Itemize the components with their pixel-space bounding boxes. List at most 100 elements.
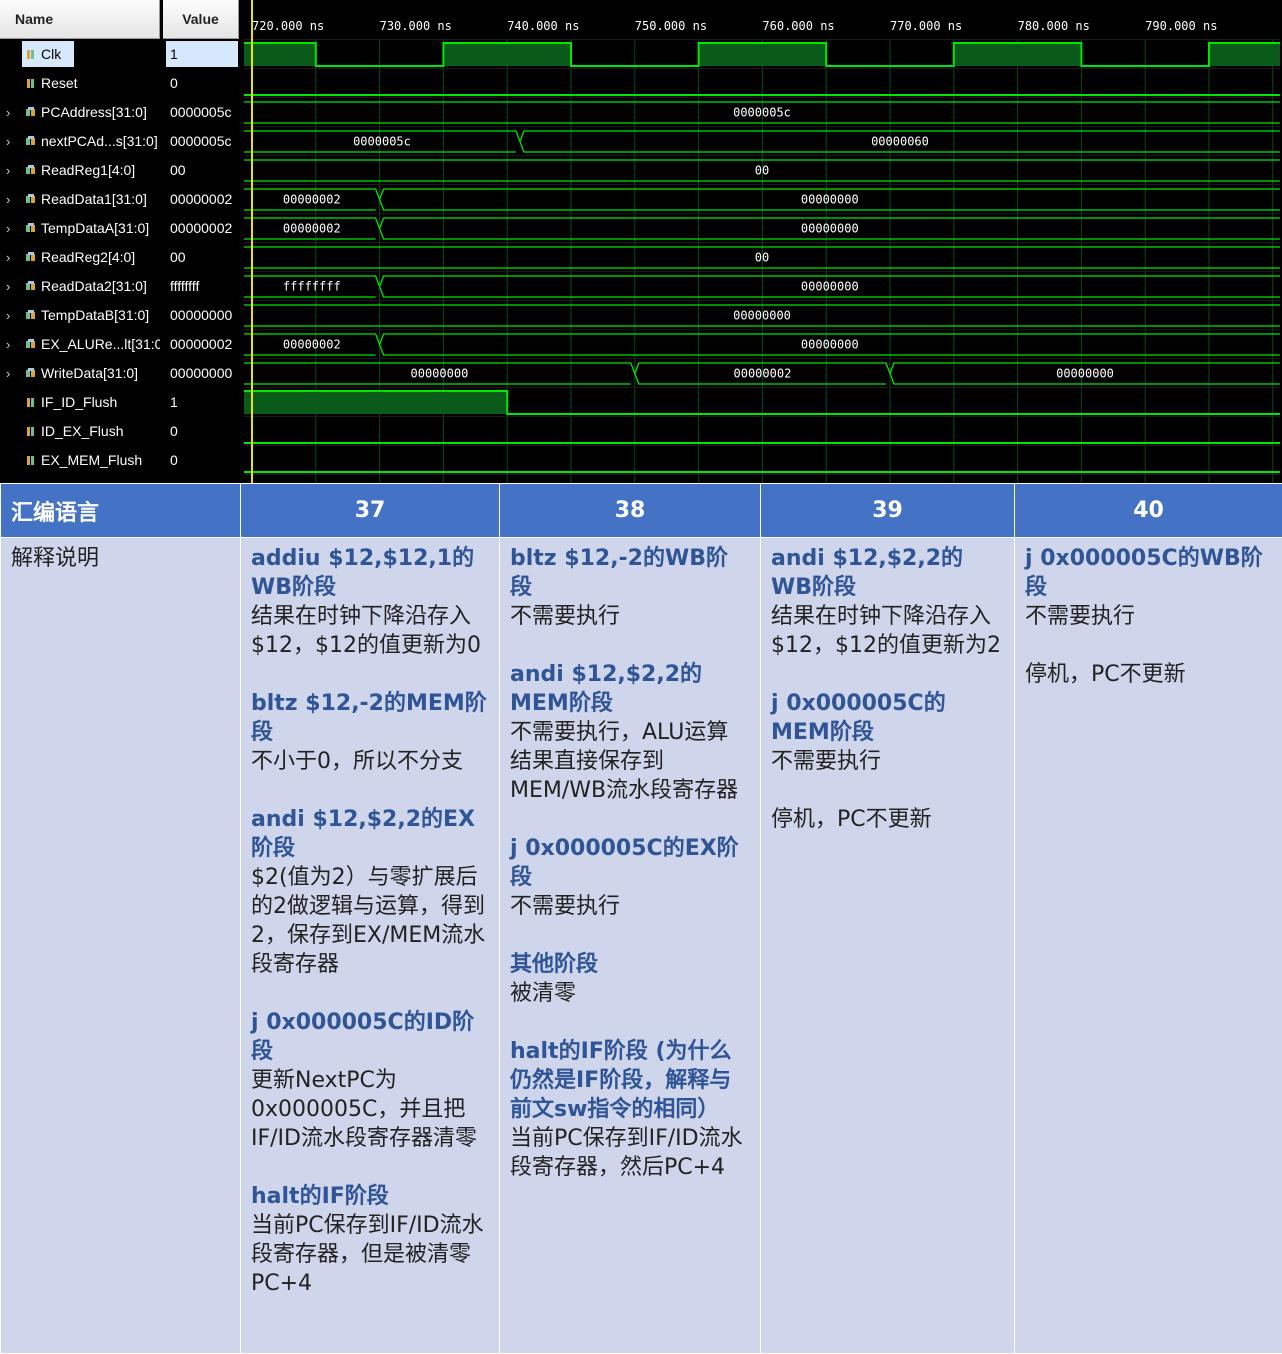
- stage-block: 停机，PC不更新: [771, 805, 1004, 834]
- signal-row[interactable]: Reset: [0, 69, 160, 98]
- expand-chevron-icon[interactable]: ›: [6, 359, 10, 388]
- cycle-39-cell: andi $12,$2,2的WB阶段 结果在时钟下降沿存入$12，$12的值更新…: [761, 538, 1015, 1354]
- stage-text: 结果在时钟下降沿存入$12，$12的值更新为2: [771, 602, 1004, 660]
- stage-block: addiu $12,$12,1的WB阶段 结果在时钟下降沿存入$12，$12的值…: [251, 544, 489, 660]
- cycle-38-cell: bltz $12,-2的WB阶段 不需要执行 andi $12,$2,2的MEM…: [500, 538, 761, 1354]
- signal-name: nextPCAd...s[31:0]: [41, 127, 158, 156]
- bus-value-label: 00000002: [734, 367, 792, 381]
- signal-value: 00: [170, 243, 238, 272]
- expand-chevron-icon[interactable]: ›: [6, 127, 10, 156]
- bus-signal-icon: [25, 222, 37, 234]
- signal-value: 00000000: [170, 359, 238, 388]
- expand-chevron-icon[interactable]: ›: [6, 185, 10, 214]
- explanation-row-label: 解释说明: [1, 538, 241, 1354]
- signal-value: ffffffff: [170, 272, 238, 301]
- bus-signal-icon: [25, 135, 37, 147]
- bus-value-label: 00000000: [801, 280, 859, 294]
- bus-signal-icon: [25, 106, 37, 118]
- expand-chevron-icon[interactable]: ›: [6, 156, 10, 185]
- stage-title: j 0x000005C的WB阶段: [1025, 544, 1272, 602]
- bus-value-label: 00000002: [283, 338, 341, 352]
- stage-block: j 0x000005C的MEM阶段 不需要执行: [771, 689, 1004, 776]
- bus-value-label: 00000000: [801, 338, 859, 352]
- signal-row[interactable]: ID_EX_Flush: [0, 417, 160, 446]
- signal-name: EX_ALURe...lt[31:0]: [41, 330, 160, 359]
- bus-value-label: 00: [755, 164, 769, 178]
- stage-block: andi $12,$2,2的MEM阶段 不需要执行，ALU运算结果直接保存到ME…: [510, 660, 750, 805]
- cycle-header: 37: [241, 484, 500, 538]
- cycle-37-cell: addiu $12,$12,1的WB阶段 结果在时钟下降沿存入$12，$12的值…: [241, 538, 500, 1354]
- clk-high-fill: [954, 43, 1082, 66]
- signal-value: 00000000: [170, 301, 238, 330]
- signal-value: 0: [170, 69, 238, 98]
- bus-signal-icon: [25, 309, 37, 321]
- bus-value-label: 00000000: [801, 222, 859, 236]
- expand-chevron-icon[interactable]: ›: [6, 301, 10, 330]
- signal-value: 1: [170, 388, 238, 417]
- stage-title: andi $12,$2,2的EX阶段: [251, 805, 489, 863]
- signal-row[interactable]: ›ReadData1[31:0]: [0, 185, 160, 214]
- stage-text: 结果在时钟下降沿存入$12，$12的值更新为0: [251, 602, 489, 660]
- expand-chevron-icon[interactable]: ›: [6, 98, 10, 127]
- stage-text: 当前PC保存到IF/ID流水段寄存器，但是被清零PC+4: [251, 1211, 489, 1298]
- signal-row[interactable]: › TempDataA[31:0]: [0, 214, 160, 243]
- stage-title: halt的IF阶段: [251, 1182, 489, 1211]
- cycle-40-cell: j 0x000005C的WB阶段 不需要执行 停机，PC不更新: [1015, 538, 1282, 1354]
- signal-value: 0: [170, 446, 238, 475]
- assembly-language-header: 汇编语言: [1, 484, 241, 538]
- signal-value: 0000005c: [170, 98, 238, 127]
- bus-signal-icon: [25, 193, 37, 205]
- expand-chevron-icon[interactable]: ›: [6, 272, 10, 301]
- bus-value-label: 00000002: [283, 193, 341, 207]
- bus-signal-icon: [25, 338, 37, 350]
- stage-text: $2(值为2）与零扩展后的2做逻辑与运算，得到2，保存到EX/MEM流水段寄存器: [251, 863, 489, 979]
- cycle-header: 38: [500, 484, 761, 538]
- name-column-header[interactable]: Name: [0, 0, 160, 39]
- expand-chevron-icon[interactable]: ›: [6, 214, 10, 243]
- explanation-row: 解释说明 addiu $12,$12,1的WB阶段 结果在时钟下降沿存入$12，…: [1, 538, 1282, 1354]
- signal-value: 00000002: [170, 185, 238, 214]
- stage-text: 不需要执行: [1025, 602, 1272, 631]
- expand-chevron-icon[interactable]: ›: [6, 243, 10, 272]
- waveform-canvas[interactable]: 0000005c0000005c000000600000000002000000…: [244, 0, 1282, 483]
- clk-high-fill: [244, 43, 316, 66]
- signal-row[interactable]: ›TempDataB[31:0]: [0, 301, 160, 330]
- stage-text: 不需要执行: [510, 892, 750, 921]
- signal-row[interactable]: › ReadReg2[4:0]: [0, 243, 160, 272]
- signal-row[interactable]: IF_ID_Flush: [0, 388, 160, 417]
- bus-value-label: 00: [755, 251, 769, 265]
- stage-block: j 0x000005C的EX阶段 不需要执行: [510, 834, 750, 921]
- stage-text: 不需要执行: [510, 602, 750, 631]
- signal-row[interactable]: › nextPCAd...s[31:0]: [0, 127, 160, 156]
- expand-chevron-icon[interactable]: ›: [6, 330, 10, 359]
- bit-signal-icon: [25, 77, 37, 89]
- signal-row[interactable]: ›ReadReg1[4:0]: [0, 156, 160, 185]
- bus-value-label: 00000060: [871, 135, 929, 149]
- bus-signal-icon: [25, 280, 37, 292]
- stage-title: j 0x000005C的EX阶段: [510, 834, 750, 892]
- stage-title: andi $12,$2,2的WB阶段: [771, 544, 1004, 602]
- stage-block: bltz $12,-2的MEM阶段 不小于0，所以不分支: [251, 689, 489, 776]
- signal-name: IF_ID_Flush: [41, 388, 117, 417]
- signal-name: ID_EX_Flush: [41, 417, 123, 446]
- bus-signal-icon: [25, 164, 37, 176]
- stage-title: andi $12,$2,2的MEM阶段: [510, 660, 750, 718]
- cycle-header: 39: [761, 484, 1015, 538]
- signal-row[interactable]: › EX_ALURe...lt[31:0]: [0, 330, 160, 359]
- value-column-header[interactable]: Value: [163, 0, 239, 39]
- signal-row[interactable]: ›PCAddress[31:0]: [0, 98, 160, 127]
- bus-value-label: 00000000: [733, 309, 791, 323]
- signal-row[interactable]: ›ReadData2[31:0]: [0, 272, 160, 301]
- bus-signal-icon: [25, 367, 37, 379]
- signal-row[interactable]: Clk: [0, 40, 160, 69]
- stage-text: 不需要执行: [771, 747, 1004, 776]
- signal-row[interactable]: › WriteData[31:0]: [0, 359, 160, 388]
- table-header-row: 汇编语言 37 38 39 40: [1, 484, 1282, 538]
- bit-signal-icon: [25, 396, 37, 408]
- signal-name: ReadReg2[4:0]: [41, 243, 135, 272]
- bus-value-label: 00000000: [801, 193, 859, 207]
- signal-row[interactable]: EX_MEM_Flush: [0, 446, 160, 475]
- signal-name: WriteData[31:0]: [41, 359, 138, 388]
- signal-name: TempDataA[31:0]: [41, 214, 149, 243]
- stage-block: bltz $12,-2的WB阶段 不需要执行: [510, 544, 750, 631]
